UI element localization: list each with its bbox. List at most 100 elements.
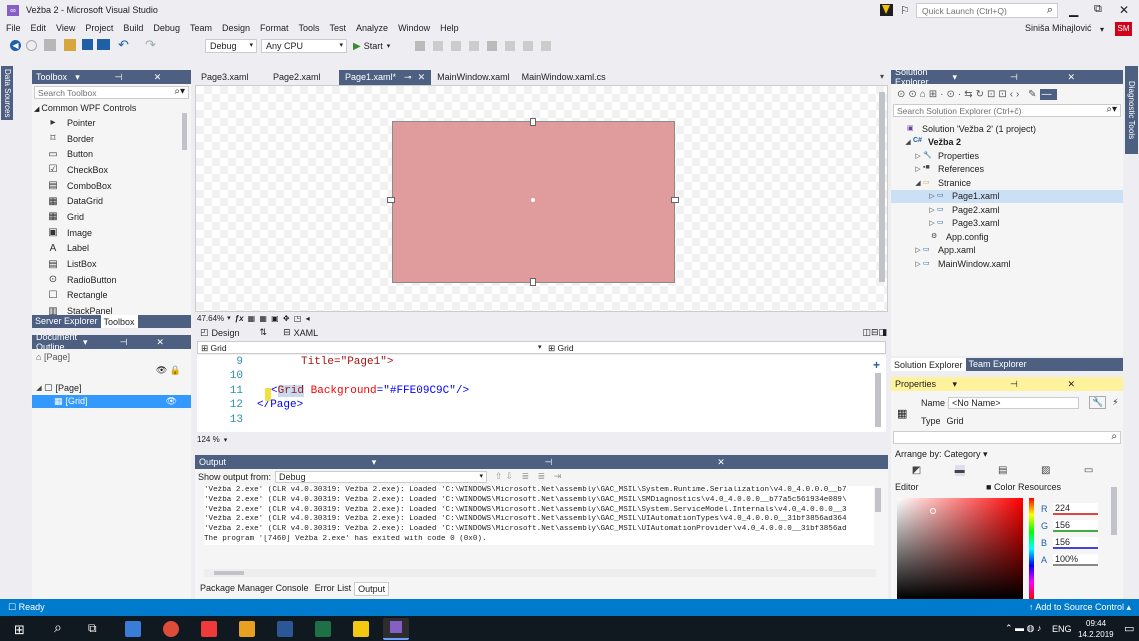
- user-name[interactable]: Siniša Mihajlović: [1025, 23, 1092, 33]
- name-input[interactable]: <No Name>: [948, 396, 1080, 409]
- solution-node[interactable]: ▷ ▪■ References: [891, 163, 1123, 177]
- explorer-taskbar-icon[interactable]: [125, 621, 141, 637]
- editor-tab[interactable]: Page2.xaml: [267, 70, 339, 85]
- pin-icon[interactable]: ⊸: [404, 72, 412, 82]
- menu-tools[interactable]: Tools: [299, 23, 320, 33]
- swap-icon[interactable]: ⇅: [260, 327, 268, 338]
- tab-xaml[interactable]: XAML: [294, 328, 319, 338]
- solution-node[interactable]: ◢ C# Vežba 2: [891, 136, 1123, 150]
- solution-node[interactable]: ▷ 🔧 Properties: [891, 149, 1123, 163]
- task-view-icon[interactable]: ⧉: [88, 621, 97, 636]
- maximize-button[interactable]: ⧉: [1094, 3, 1102, 16]
- toolbox-item-datagrid[interactable]: ▦ DataGrid: [32, 193, 191, 209]
- close-button[interactable]: ✕: [1119, 3, 1129, 17]
- close-icon[interactable]: ✕: [1068, 72, 1120, 83]
- open-folder-icon[interactable]: [64, 39, 76, 51]
- tab-package-manager-console[interactable]: Package Manager Console: [197, 582, 312, 596]
- split-view-icons[interactable]: ◫⊟◨: [862, 327, 887, 338]
- color-picker-canvas[interactable]: [897, 498, 1023, 599]
- clock-time[interactable]: 09:44: [1086, 619, 1106, 628]
- output-source-select[interactable]: Debug ▾: [275, 470, 488, 483]
- eye-icon[interactable]: 👁: [166, 396, 191, 407]
- menu-edit[interactable]: Edit: [31, 23, 47, 33]
- expander-icon[interactable]: ▷: [913, 260, 923, 268]
- toolbox-group-header[interactable]: ◢ Common WPF Controls: [32, 101, 191, 115]
- red-input[interactable]: 224: [1053, 502, 1098, 515]
- zoom-select[interactable]: 47.64%: [197, 314, 224, 323]
- expander-icon[interactable]: ▷: [927, 206, 937, 214]
- null-brush-icon[interactable]: ◩: [912, 465, 921, 476]
- blue-input[interactable]: 156: [1053, 536, 1098, 549]
- gradient-brush-icon[interactable]: ▤: [998, 465, 1007, 476]
- outline-toggle-icons[interactable]: 👁 🔒: [32, 365, 191, 381]
- app-taskbar-icon[interactable]: [201, 621, 217, 637]
- tab-toolbox[interactable]: Toolbox: [100, 315, 138, 328]
- menu-analyze[interactable]: Analyze: [356, 23, 388, 33]
- toolbox-item-listbox[interactable]: ▤ ListBox: [32, 256, 191, 272]
- expander-icon[interactable]: ▷: [913, 246, 923, 254]
- tab-error-list[interactable]: Error List: [312, 582, 355, 596]
- resize-handle-left[interactable]: [387, 197, 395, 203]
- toolbox-item-image[interactable]: ▣ Image: [32, 225, 191, 241]
- vs-taskbar-icon[interactable]: [383, 618, 409, 640]
- source-control-button[interactable]: ↑ Add to Source Control ▴: [1029, 602, 1131, 613]
- chrome-taskbar-icon[interactable]: [163, 621, 179, 637]
- code-zoom-select[interactable]: 124 %: [197, 435, 220, 444]
- green-input[interactable]: 156: [1053, 519, 1098, 532]
- minimize-button[interactable]: ▁: [1069, 3, 1078, 17]
- close-icon[interactable]: ✕: [154, 72, 187, 83]
- resize-handle-right[interactable]: [671, 197, 679, 203]
- tab-team-explorer[interactable]: Team Explorer: [966, 358, 1030, 371]
- resize-handle-top[interactable]: [530, 118, 536, 126]
- search-icon[interactable]: ⌕: [54, 619, 62, 636]
- tab-solution-explorer[interactable]: Solution Explorer: [891, 358, 966, 371]
- solution-node[interactable]: ▷ ▭ App.xaml: [891, 244, 1123, 258]
- expander-icon[interactable]: ▷: [927, 192, 937, 200]
- close-icon[interactable]: ✕: [418, 72, 426, 82]
- toolbox-item-checkbox[interactable]: ☑ CheckBox: [32, 162, 191, 178]
- menu-test[interactable]: Test: [330, 23, 347, 33]
- editor-tab[interactable]: MainWindow.xaml: [431, 70, 516, 85]
- split-add-icon[interactable]: +: [873, 358, 880, 372]
- wrench-icon[interactable]: 🔧: [1089, 396, 1107, 409]
- solution-node[interactable]: ▷ ▭ Page3.xaml: [891, 217, 1123, 231]
- solution-node[interactable]: ⚙ App.config: [891, 230, 1123, 244]
- toolbox-search[interactable]: Search Toolbox ⌕▾: [34, 86, 189, 99]
- tab-design[interactable]: Design: [212, 328, 240, 338]
- output-vscrollbar[interactable]: [875, 488, 881, 512]
- hue-slider[interactable]: [1029, 498, 1034, 599]
- new-project-icon[interactable]: [44, 39, 56, 51]
- outline-node-page[interactable]: ◢ ▢ [Page]: [32, 381, 191, 395]
- language-indicator[interactable]: ENG: [1052, 624, 1072, 634]
- start-button[interactable]: ▶ Start ▾: [353, 39, 390, 53]
- menu-window[interactable]: Window: [398, 23, 430, 33]
- tab-server-explorer[interactable]: Server Explorer: [32, 315, 101, 328]
- windows-start-icon[interactable]: ⊞: [14, 622, 25, 638]
- redo-icon[interactable]: ↷: [145, 37, 156, 53]
- clock-date[interactable]: 14.2.2019: [1078, 630, 1114, 639]
- tab-list-dropdown[interactable]: ▾: [880, 72, 884, 81]
- resize-handle-bottom[interactable]: [530, 278, 536, 286]
- design-vscrollbar[interactable]: [879, 92, 885, 282]
- word-taskbar-icon[interactable]: [277, 621, 293, 637]
- menu-build[interactable]: Build: [123, 23, 143, 33]
- color-resources-tab[interactable]: ■ Color Resources: [986, 482, 1061, 492]
- element-selector[interactable]: ⊞ Grid: [201, 343, 227, 354]
- grid-center-handle[interactable]: [531, 198, 535, 202]
- solution-explorer-toolbar[interactable]: ⊙⊙⌂⊞·⊙·⇆↻⊡⊡‹› ✎ —: [891, 84, 1123, 104]
- xaml-code-editor[interactable]: 9 Title="Page1"> 10 11 <Grid Background="#FF…: [197, 355, 886, 432]
- expander-icon[interactable]: ▷: [913, 152, 923, 160]
- properties-search[interactable]: ⌕: [893, 431, 1121, 444]
- quick-launch-input[interactable]: Quick Launch (Ctrl+Q) ⌕: [916, 3, 1058, 18]
- back-icon[interactable]: ◀: [10, 40, 21, 51]
- solid-brush-icon[interactable]: ▬: [954, 464, 965, 476]
- outline-node-grid[interactable]: ▦ [Grid] 👁: [32, 394, 191, 408]
- expander-icon[interactable]: ◢: [913, 179, 923, 187]
- toolbox-item-button[interactable]: ▭ Button: [32, 146, 191, 162]
- expander-icon[interactable]: ◢: [903, 138, 913, 146]
- solution-node[interactable]: ▣ Solution 'Vežba 2' (1 project): [891, 122, 1123, 136]
- toolbox-item-grid[interactable]: ▦ Grid: [32, 209, 191, 225]
- expander-icon[interactable]: ▷: [927, 219, 937, 227]
- arrange-by[interactable]: Arrange by: Category ▾: [895, 449, 988, 460]
- resource-brush-icon[interactable]: ▭: [1084, 465, 1093, 476]
